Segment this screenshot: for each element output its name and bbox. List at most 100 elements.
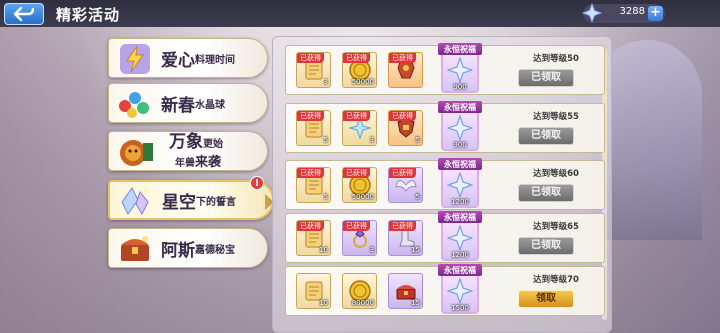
obtained-ribbon: 已获得 [297,168,324,178]
obtained-ribbon: 已获得 [389,168,416,178]
item-count: 5 [415,193,420,201]
reward-row: 10 80000 15 永恒祝福 1500 达到等级70 领取 [285,264,605,318]
tab-cooking-event[interactable]: 爱心 料理时间 [108,38,268,78]
item-count: 3 [369,246,374,254]
item-count: 15 [411,246,420,254]
tab-label-sub: 更始 [203,139,223,150]
obtained-ribbon: 已获得 [297,111,324,121]
bless-label: 永恒祝福 [438,158,482,170]
level-requirement: 达到等级55 [533,112,579,122]
bless-label: 永恒祝福 [438,264,482,276]
bless-card: 1200 [441,219,479,261]
item-count: 3 [369,136,374,144]
lion-beast-icon [113,133,157,171]
reward-item[interactable]: 80000 [342,273,377,309]
reward-item[interactable]: 已获得 3 [342,220,377,256]
reward-item[interactable]: 已获得 10 [296,220,331,256]
tab-label-sub: 嘉德秘宝 [195,244,235,256]
item-count: 80000 [351,299,374,307]
item-count: 10 [319,299,328,307]
item-count: 10 [319,246,328,254]
claimed-button[interactable]: 已领取 [518,184,574,202]
reward-item[interactable]: 已获得 15 [388,220,423,256]
level-requirement: 达到等级60 [533,169,579,179]
tab-asgard-treasure-event[interactable]: 阿斯 嘉德秘宝 [108,228,268,268]
tab-crystal-ball-event[interactable]: 新春 水晶球 [108,83,268,123]
reward-item[interactable]: 已获得 50000 [342,52,377,88]
bless-card: 1200 [441,166,479,208]
obtained-ribbon: 已获得 [343,221,370,231]
bless-card: 900 [441,109,479,151]
level-requirement: 达到等级65 [533,222,579,232]
item-count: 5 [415,136,420,144]
bless-label: 永恒祝福 [438,101,482,113]
obtained-ribbon: 已获得 [389,111,416,121]
star-crystal-icon [114,183,158,221]
tab-label-sub: 料理时间 [195,54,235,66]
reward-row: 已获得 5 已获得 50000 已获得 5 永恒祝福 1200 达到等级60 已领取 [285,158,605,212]
item-count: 3 [323,78,328,86]
reward-row: 已获得 3 已获得 50000 已获得 永恒祝福 900 达到等级50 已领取 [285,43,605,97]
back-arrow-icon [13,6,35,22]
claimed-button[interactable]: 已领取 [518,127,574,145]
eternal-blessing-reward[interactable]: 永恒祝福 900 [438,101,482,155]
reward-item[interactable]: 已获得 [388,52,423,88]
bless-card: 900 [441,51,479,93]
bless-count: 1500 [451,304,469,312]
tab-starry-oath-event[interactable]: 星空 下的誓言 ! [108,176,274,221]
reward-item[interactable]: 15 [388,273,423,309]
obtained-ribbon: 已获得 [343,53,370,63]
item-count: 50000 [351,78,374,86]
eternal-blessing-reward[interactable]: 永恒祝福 1200 [438,158,482,212]
item-count: 5 [323,193,328,201]
reward-item[interactable]: 已获得 5 [296,167,331,203]
treasure-chest-icon [113,230,157,268]
back-button[interactable] [4,3,44,25]
tab-new-year-beast-event[interactable]: 万象更始 年兽来袭 [108,131,268,171]
eternal-blessing-reward[interactable]: 永恒祝福 900 [438,43,482,97]
bless-count: 900 [453,141,467,149]
obtained-ribbon: 已获得 [389,53,416,63]
reward-item[interactable]: 已获得 5 [388,110,423,146]
obtained-ribbon: 已获得 [343,168,370,178]
tab-label-main: 爱心 [161,50,195,71]
item-count: 50000 [351,193,374,201]
tab-label-sub: 年兽 [175,158,195,169]
bless-card: 1500 [441,272,479,314]
obtained-ribbon: 已获得 [343,111,370,121]
bless-count: 1200 [451,198,469,206]
obtained-ribbon: 已获得 [389,221,416,231]
tab-label-main: 万象 [169,132,203,152]
bless-label: 永恒祝福 [438,211,482,223]
claimed-button[interactable]: 已领取 [518,237,574,255]
reward-item[interactable]: 已获得 3 [342,110,377,146]
star-crystal-icon [581,2,603,24]
level-requirement: 达到等级50 [533,54,579,64]
tab-label-sub: 水晶球 [195,99,225,111]
claim-button[interactable]: 领取 [518,290,574,308]
add-currency-button[interactable]: + [648,6,663,21]
obtained-ribbon: 已获得 [297,221,324,231]
page-title: 精彩活动 [56,6,121,24]
crystal-gems-icon [113,85,157,123]
level-requirement: 达到等级70 [533,275,579,285]
item-count: 15 [411,299,420,307]
tab-label-sub: 下的誓言 [196,196,236,208]
notification-badge: ! [250,176,264,190]
reward-item[interactable]: 已获得 5 [388,167,423,203]
reward-item[interactable]: 10 [296,273,331,309]
item-count: 5 [323,136,328,144]
lightning-icon [113,40,157,78]
claimed-button[interactable]: 已领取 [518,69,574,87]
eternal-blessing-reward[interactable]: 永恒祝福 1200 [438,211,482,265]
reward-item[interactable]: 已获得 5 [296,110,331,146]
bless-label: 永恒祝福 [438,43,482,55]
eternal-blessing-reward[interactable]: 永恒祝福 1500 [438,264,482,318]
reward-item[interactable]: 已获得 50000 [342,167,377,203]
tab-label-main: 星空 [162,192,196,213]
reward-item[interactable]: 已获得 3 [296,52,331,88]
top-bar: 精彩活动 3288 + [0,0,720,27]
tab-label-main: 来袭 [195,155,222,170]
tab-label-main: 新春 [161,95,195,116]
reward-row: 已获得 5 已获得 3 已获得 5 永恒祝福 900 达到等级55 已领取 [285,101,605,155]
